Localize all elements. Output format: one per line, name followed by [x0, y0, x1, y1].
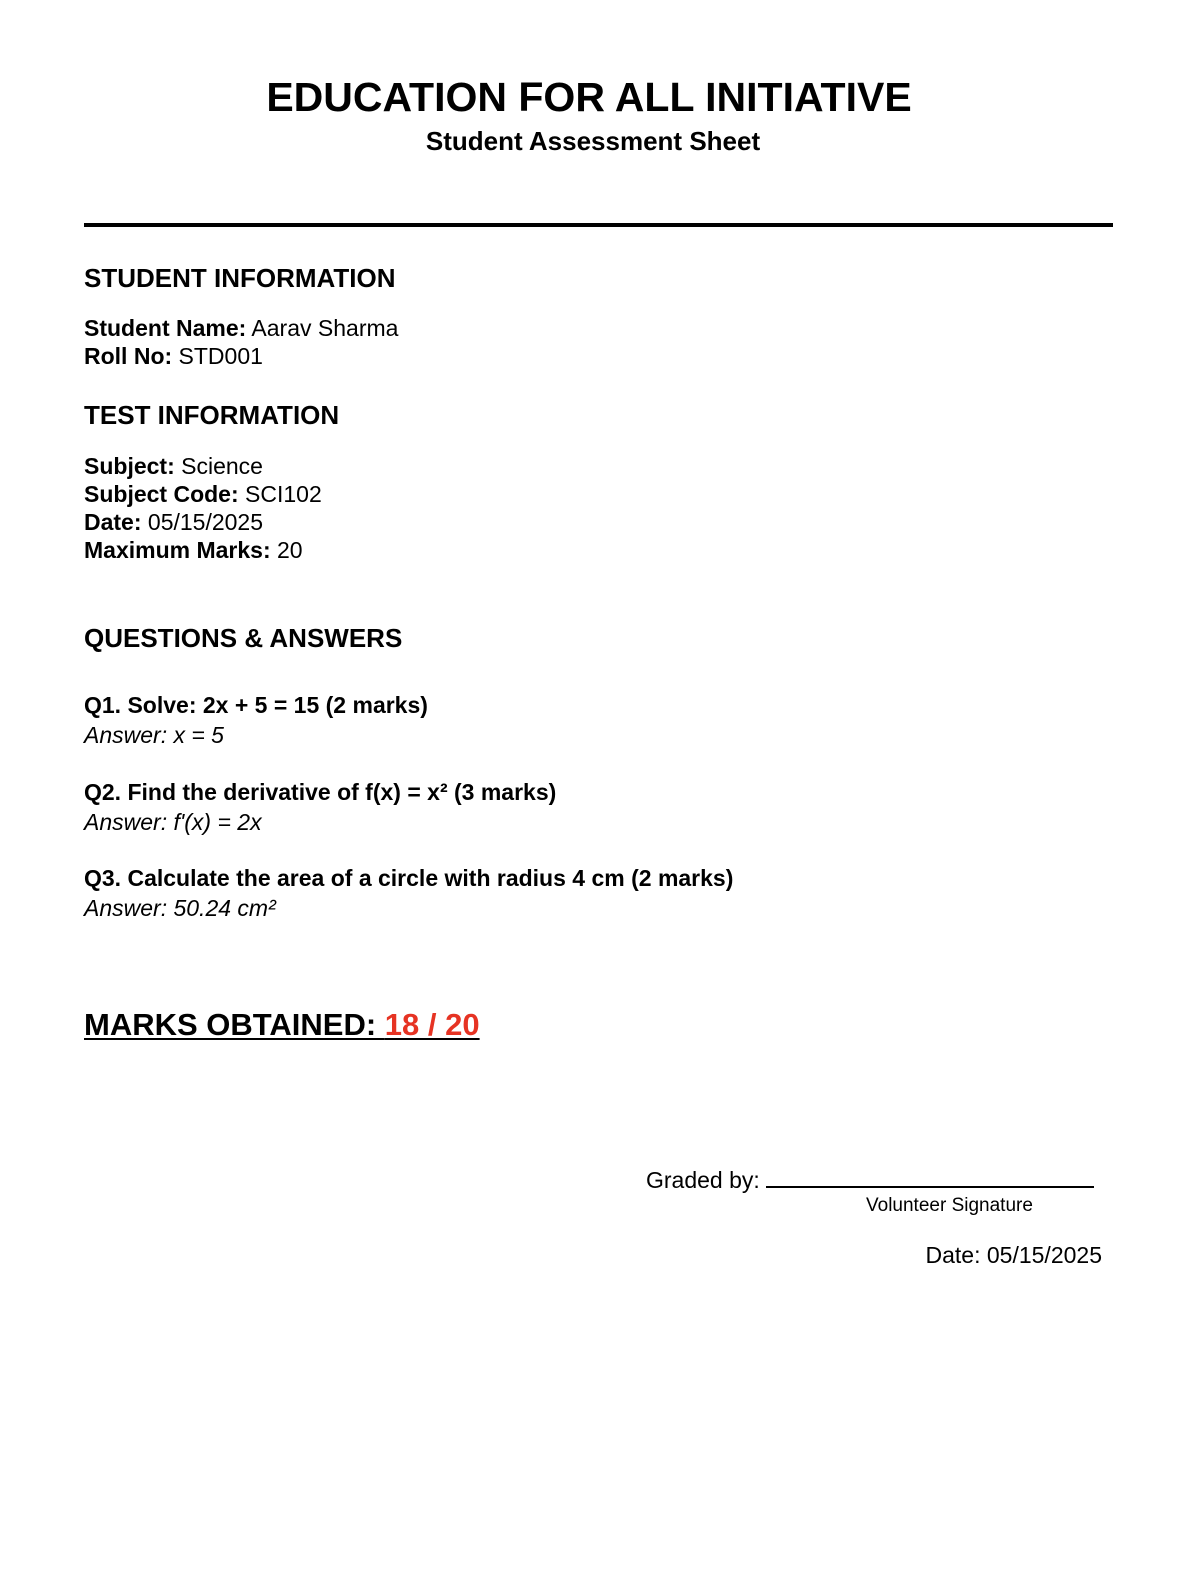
test-info-fields: Subject: Science Subject Code: SCI102 Da… — [84, 452, 322, 564]
marks-obtained-score: 18 / 20 — [384, 1007, 480, 1042]
roll-no-label: Roll No: — [84, 343, 173, 369]
signature-line — [765, 1164, 1094, 1188]
question-text: Q1. Solve: 2x + 5 = 15 (2 marks) — [84, 692, 428, 718]
signature-caption: Volunteer Signature — [866, 1195, 1033, 1216]
question-item: Q3. Calculate the area of a circle with … — [84, 863, 733, 923]
graded-by: Graded by: — [646, 1164, 1094, 1195]
question-item: Q1. Solve: 2x + 5 = 15 (2 marks) Answer:… — [84, 690, 428, 750]
maximum-marks-row: Maximum Marks: 20 — [84, 536, 322, 564]
student-name-row: Student Name: Aarav Sharma — [84, 314, 398, 342]
answer-text: Answer: x = 5 — [84, 722, 224, 748]
graded-by-label: Graded by: — [646, 1167, 760, 1193]
test-date-label: Date: — [84, 509, 142, 535]
roll-no-value: STD001 — [178, 343, 263, 369]
question-text: Q3. Calculate the area of a circle with … — [84, 865, 734, 891]
test-info-heading: TEST INFORMATION — [84, 400, 340, 430]
marks-obtained-label: MARKS OBTAINED: — [84, 1007, 385, 1042]
header-divider — [84, 223, 1113, 227]
student-info-fields: Student Name: Aarav Sharma Roll No: STD0… — [84, 314, 398, 370]
student-name-value: Aarav Sharma — [251, 315, 399, 341]
maximum-marks-label: Maximum Marks: — [84, 537, 271, 563]
subject-code-label: Subject Code: — [84, 481, 239, 507]
subject-code-row: Subject Code: SCI102 — [84, 480, 322, 508]
marks-obtained: MARKS OBTAINED: 18 / 20 — [84, 1005, 480, 1045]
subject-value: Science — [181, 453, 263, 479]
question-text: Q2. Find the derivative of f(x) = x² (3 … — [84, 779, 557, 805]
subject-code-value: SCI102 — [245, 481, 322, 507]
answer-text: Answer: 50.24 cm² — [84, 895, 276, 921]
test-date-row: Date: 05/15/2025 — [84, 508, 322, 536]
document-subtitle: Student Assessment Sheet — [425, 126, 761, 156]
roll-no-row: Roll No: STD001 — [84, 342, 398, 370]
document-title: EDUCATION FOR ALL INITIATIVE — [266, 74, 912, 120]
grading-date: Date: 05/15/2025 — [925, 1242, 1102, 1268]
subject-label: Subject: — [84, 453, 175, 479]
question-item: Q2. Find the derivative of f(x) = x² (3 … — [84, 777, 556, 837]
assessment-sheet: EDUCATION FOR ALL INITIATIVE Student Ass… — [0, 0, 1178, 1570]
student-info-heading: STUDENT INFORMATION — [84, 263, 396, 293]
answer-text: Answer: f'(x) = 2x — [84, 809, 262, 835]
qa-heading: QUESTIONS & ANSWERS — [84, 623, 403, 653]
maximum-marks-value: 20 — [277, 537, 303, 563]
test-date-value: 05/15/2025 — [147, 509, 264, 535]
subject-row: Subject: Science — [84, 452, 322, 480]
student-name-label: Student Name: — [84, 315, 247, 341]
